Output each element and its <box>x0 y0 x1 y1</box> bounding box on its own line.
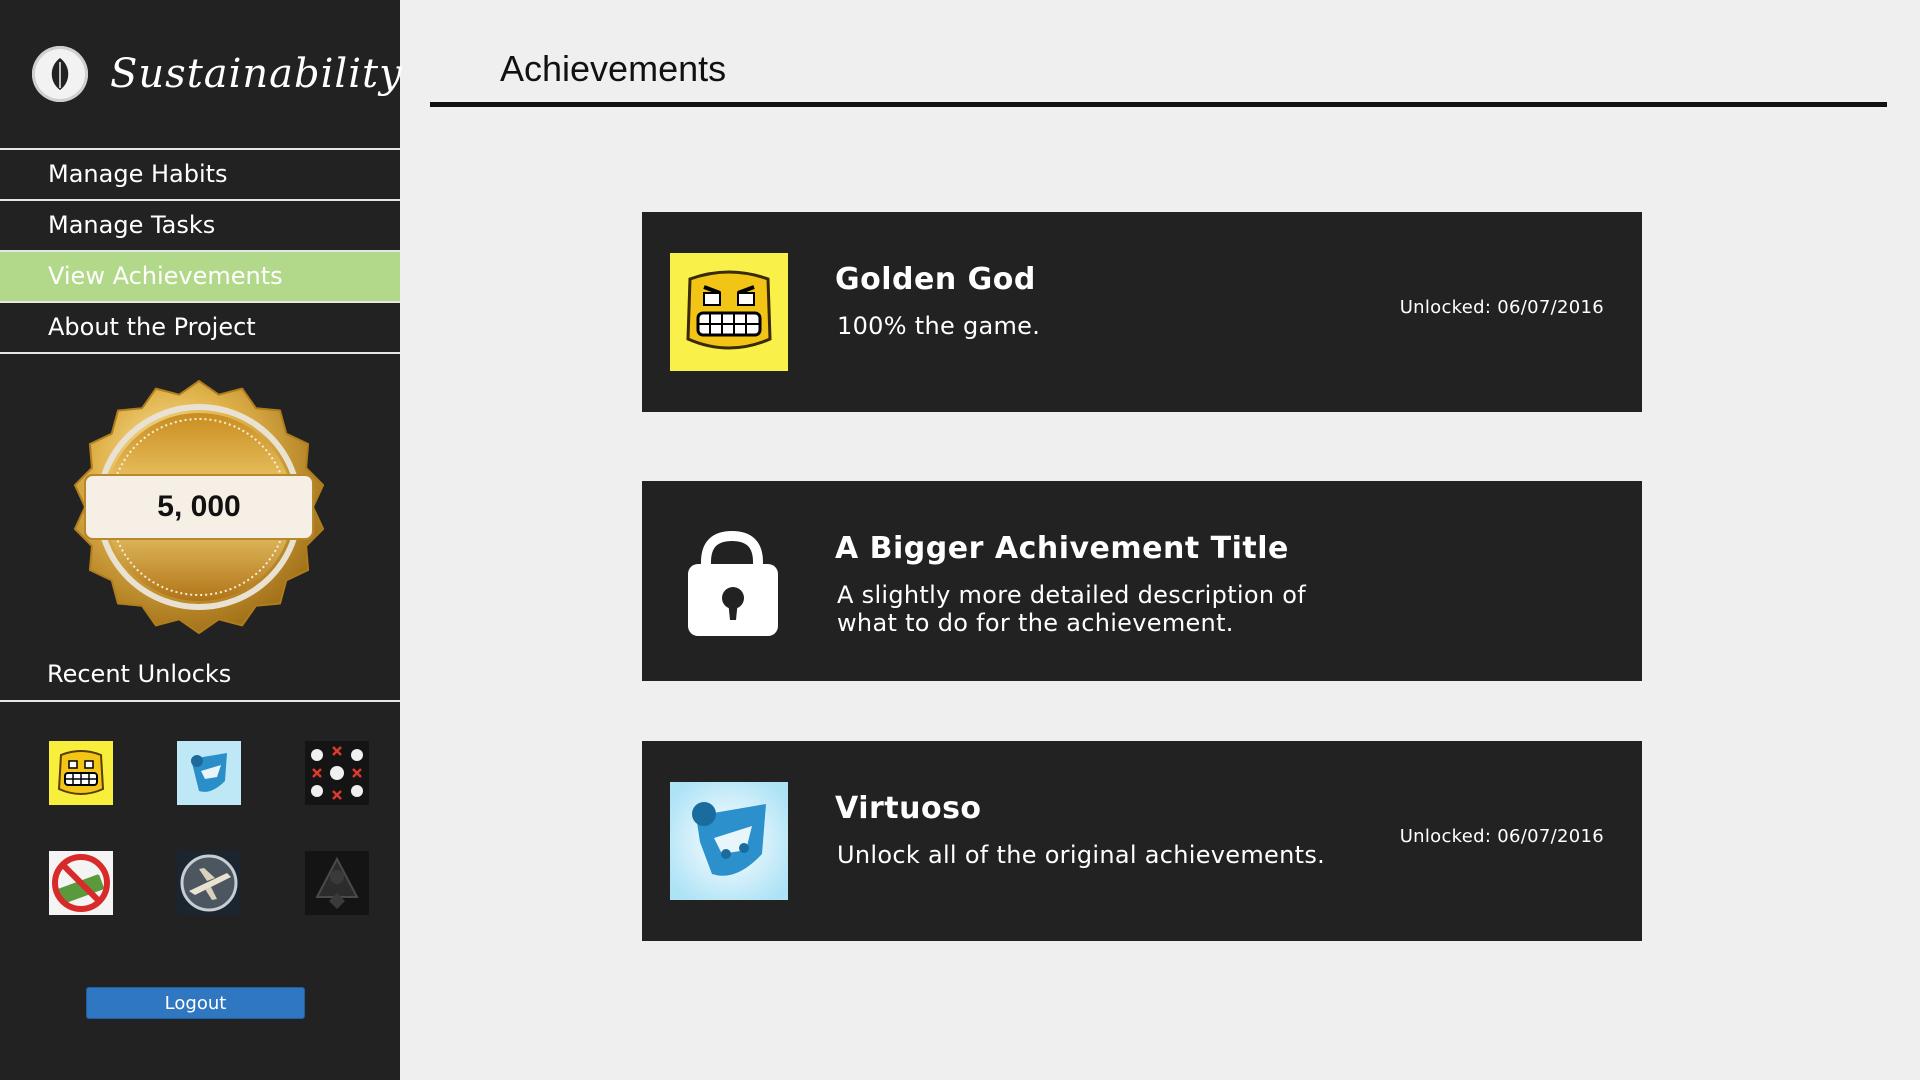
achievement-title: Golden God <box>835 262 1036 297</box>
no-money-icon[interactable] <box>49 851 113 915</box>
nav-item-manage-tasks[interactable]: Manage Tasks <box>0 201 400 252</box>
achievement-title: A Bigger Achivement Title <box>835 531 1289 566</box>
sidebar: Sustainability Manage Habits Manage Task… <box>0 0 403 1080</box>
points-total: 5, 000 <box>157 490 241 523</box>
nav-item-manage-habits[interactable]: Manage Habits <box>0 150 400 201</box>
page-title: Achievements <box>500 48 727 89</box>
padlock-icon <box>670 522 788 640</box>
achievement-card-golden-god[interactable]: Golden God 100% the game. Unlocked: 06/0… <box>642 212 1642 412</box>
nav-item-view-achievements[interactable]: View Achievements <box>0 252 400 303</box>
grinning-yellow-face-icon <box>670 253 788 371</box>
points-medal: 5, 000 <box>72 380 326 634</box>
achievement-title: Virtuoso <box>835 791 982 826</box>
logout-button[interactable]: Logout <box>86 987 305 1019</box>
achievement-card-virtuoso[interactable]: Virtuoso Unlock all of the original achi… <box>642 741 1642 941</box>
dark-emblem-icon[interactable] <box>305 851 369 915</box>
achievement-unlocked-date: Unlocked: 06/07/2016 <box>1399 826 1604 847</box>
rocket-league-shield-icon <box>670 782 788 900</box>
achievement-description: 100% the game. <box>837 312 1041 340</box>
divider <box>0 700 400 702</box>
rocket-league-shield-icon[interactable] <box>177 741 241 805</box>
app-title: Sustainability <box>110 51 403 97</box>
achievement-description: A slightly more detailed description of … <box>837 581 1307 637</box>
grinning-yellow-face-icon[interactable] <box>49 741 113 805</box>
leaf-logo-icon <box>32 46 88 102</box>
sidebar-nav: Manage Habits Manage Tasks View Achievem… <box>0 148 400 354</box>
brand[interactable]: Sustainability <box>32 44 403 104</box>
achievement-description: Unlock all of the original achievements. <box>837 841 1326 869</box>
app-root: Sustainability Manage Habits Manage Task… <box>0 0 1920 1080</box>
achievement-card-locked[interactable]: A Bigger Achivement Title A slightly mor… <box>642 481 1642 681</box>
recent-unlocks-heading: Recent Unlocks <box>47 660 232 688</box>
plane-badge-icon[interactable] <box>177 851 241 915</box>
title-divider <box>430 102 1887 107</box>
nav-item-about-project[interactable]: About the Project <box>0 303 400 354</box>
skulls-pattern-icon[interactable] <box>305 741 369 805</box>
achievement-unlocked-date: Unlocked: 06/07/2016 <box>1399 297 1604 318</box>
